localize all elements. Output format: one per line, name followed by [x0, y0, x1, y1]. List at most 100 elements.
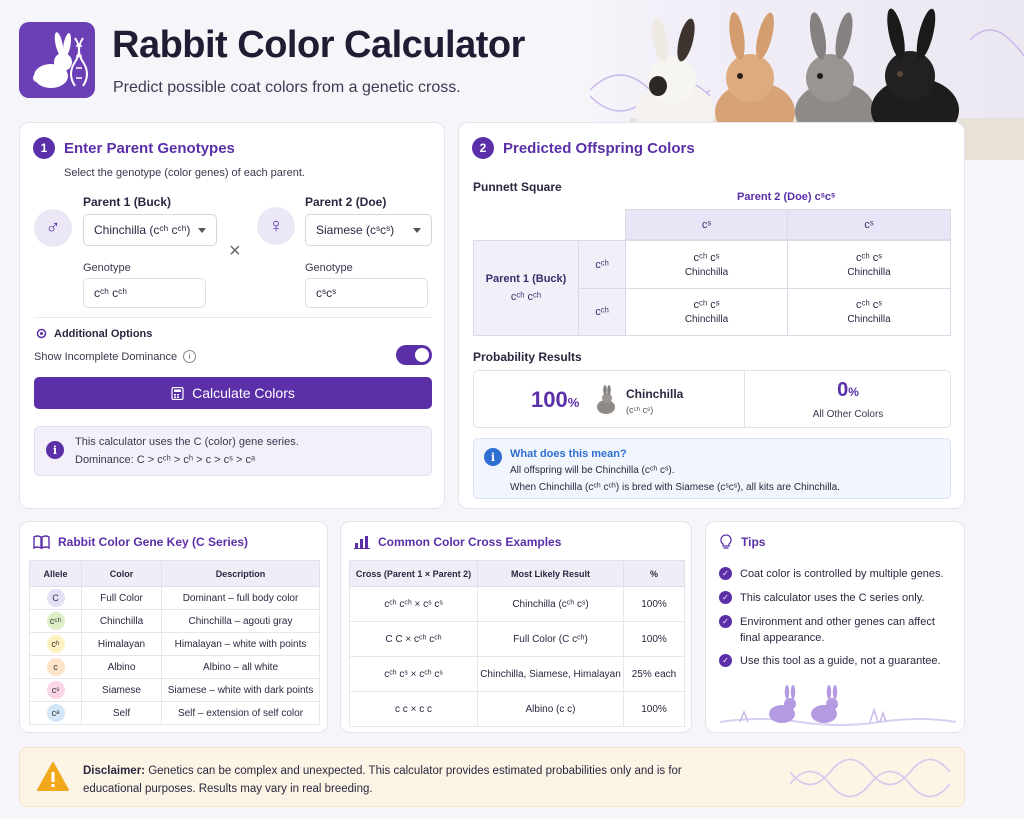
- cross-cell: cᶜʰ cˢ × cᶜʰ cˢ: [349, 656, 478, 692]
- percent-unit: %: [848, 385, 859, 399]
- examples-title: Common Color Cross Examples: [378, 535, 562, 549]
- parent2-select[interactable]: Siamese (cˢcˢ): [305, 214, 432, 246]
- gene-key-card: Rabbit Color Gene Key (C Series) Allele …: [19, 521, 328, 733]
- table-row: cʰ Himalayan Himalayan – white with points: [29, 632, 320, 656]
- bar-chart-icon: [354, 536, 370, 549]
- examples-header: Common Color Cross Examples: [354, 535, 561, 549]
- percent-cell: 100%: [623, 586, 685, 622]
- meaning-line-1: All offspring will be Chinchilla (cᶜʰ cˢ…: [510, 465, 675, 476]
- parent2-label: Parent 2 (Doe): [305, 195, 387, 209]
- chinchilla-rabbit-icon: [597, 385, 615, 414]
- page-subtitle: Predict possible coat colors from a gene…: [113, 79, 461, 96]
- punnett-row-allele: cᶜʰ: [578, 240, 626, 289]
- punnett-col-allele: cˢ: [787, 209, 951, 240]
- punnett-cell: cᶜʰ cˢ Chinchilla: [787, 288, 951, 336]
- parent-genotypes-card: 1 Enter Parent Genotypes Select the geno…: [19, 122, 445, 509]
- check-icon: ✓: [719, 615, 732, 628]
- calculate-colors-button[interactable]: Calculate Colors: [34, 377, 432, 409]
- table-row: C Full Color Dominant – full body color: [29, 586, 320, 610]
- allele-cell: cˢ: [29, 678, 82, 702]
- table-row: C C × cᶜʰ cᶜʰ Full Color (C cᶜʰ) 100%: [349, 621, 685, 657]
- other-percent-value: 0: [837, 379, 849, 401]
- tip-item: ✓ This calculator uses the C series only.: [719, 590, 955, 606]
- color-cell: Chinchilla: [81, 609, 162, 633]
- cross-symbol: ×: [229, 240, 241, 262]
- punnett-parent1-genotype: cᶜʰ cᶜʰ: [510, 291, 542, 303]
- meaning-title: What does this mean?: [510, 448, 627, 460]
- allele-cell: c: [29, 655, 82, 679]
- probability-results: 100% Chinchilla (cᶜʰ cˢ) 0% All Other Co…: [473, 370, 951, 428]
- disclaimer-bold: Disclaimer:: [83, 765, 146, 777]
- rabbit-dna-logo-icon: [19, 22, 95, 98]
- tip-item: ✓ Environment and other genes can affect …: [719, 614, 945, 646]
- punnett-cell-genotype: cᶜʰ cˢ: [856, 251, 882, 264]
- step2-header: 2 Predicted Offspring Colors: [472, 137, 695, 159]
- tip-text: Environment and other genes can affect f…: [740, 616, 935, 644]
- chevron-down-icon: [413, 228, 421, 233]
- allele-badge: cˢ: [46, 681, 65, 699]
- color-cell: Himalayan: [81, 632, 162, 656]
- description-cell: Albino – all white: [161, 655, 320, 679]
- percent-cell: 100%: [623, 621, 685, 657]
- tip-item: ✓ Coat color is controlled by multiple ge…: [719, 566, 955, 582]
- punnett-row-allele: cᶜʰ: [578, 288, 626, 336]
- column-header: Description: [161, 560, 320, 587]
- table-row: cˢ Siamese Siamese – white with dark point…: [29, 678, 320, 702]
- incomplete-dominance-label: Show Incomplete Dominance: [34, 350, 178, 363]
- additional-options-header: Additional Options: [35, 327, 152, 340]
- disclaimer-body: Genetics can be complex and unexpected. …: [83, 765, 682, 795]
- offspring-colors-card: 2 Predicted Offspring Colors Punnett Squ…: [458, 122, 965, 509]
- punnett-cell-phenotype: Chinchilla: [684, 314, 729, 325]
- punnett-parent1-label: Parent 1 (Buck): [485, 273, 567, 285]
- punnett-parent2-header: Parent 2 (Doe) cˢcˢ: [737, 191, 836, 203]
- result-cell: Full Color (C cᶜʰ): [477, 621, 624, 657]
- punnett-cell: cᶜʰ cˢ Chinchilla: [625, 240, 788, 289]
- column-header: Most Likely Result: [477, 560, 624, 587]
- parent1-select-value: Chinchilla (cᶜʰ cᶜʰ): [94, 223, 191, 237]
- probability-title: Probability Results: [473, 350, 582, 364]
- tip-text: Use this tool as a guide, not a guarante…: [740, 655, 941, 667]
- main-color-name: Chinchilla: [626, 387, 684, 401]
- percent-unit: %: [567, 395, 580, 410]
- table-row: cᶜʰ cˢ × cᶜʰ cˢ Chinchilla, Siamese, Hima…: [349, 656, 685, 692]
- warning-icon: [37, 762, 69, 791]
- parent2-genotype-field[interactable]: cˢcˢ: [305, 278, 428, 308]
- gene-key-title: Rabbit Color Gene Key (C Series): [58, 535, 249, 549]
- cross-examples-table: Cross (Parent 1 × Parent 2) Most Likely …: [349, 560, 685, 727]
- step1-header: 1 Enter Parent Genotypes: [33, 137, 235, 159]
- info-line-1: This calculator uses the C (color) gene …: [75, 436, 299, 448]
- table-row: cᵃ Self Self – extension of self color: [29, 701, 320, 725]
- percent-cell: 100%: [623, 691, 685, 727]
- punnett-cell: cᶜʰ cˢ Chinchilla: [787, 240, 951, 289]
- allele-cell: cᵃ: [29, 701, 82, 725]
- parent1-label: Parent 1 (Buck): [83, 195, 172, 209]
- punnett-cell-genotype: cᶜʰ cˢ: [693, 299, 720, 311]
- punnett-cell-phenotype: Chinchilla: [847, 266, 891, 278]
- punnett-parent1-header: Parent 1 (Buck) cᶜʰ cᶜʰ: [473, 240, 579, 336]
- punnett-cell: cᶜʰ cˢ Chinchilla: [625, 288, 788, 336]
- lightbulb-icon: [720, 534, 732, 549]
- cross-examples-card: Common Color Cross Examples Cross (Paren…: [340, 521, 692, 733]
- column-header: Cross (Parent 1 × Parent 2): [349, 560, 478, 587]
- tips-card: Tips ✓ Coat color is controlled by multip…: [705, 521, 965, 733]
- parent1-select[interactable]: Chinchilla (cᶜʰ cᶜʰ): [83, 214, 217, 246]
- parent1-genotype-field[interactable]: cᶜʰ cᶜʰ: [83, 278, 206, 308]
- color-cell: Albino: [81, 655, 162, 679]
- column-header: %: [623, 560, 685, 587]
- female-icon: ♀: [257, 207, 295, 245]
- check-icon: ✓: [719, 567, 732, 580]
- description-cell: Himalayan – white with points: [161, 632, 320, 656]
- gene-key-header: Rabbit Color Gene Key (C Series): [33, 535, 248, 549]
- info-icon[interactable]: i: [183, 350, 197, 363]
- gene-key-table: Allele Color Description C Full Color Domi…: [29, 560, 320, 725]
- punnett-cell-genotype: cᶜʰ cˢ: [856, 299, 882, 311]
- tip-text: This calculator uses the C series only.: [740, 592, 925, 604]
- step2-title: Predicted Offspring Colors: [503, 139, 695, 157]
- parent2-genotype-label: Genotype: [305, 262, 353, 274]
- allele-badge: C: [46, 589, 65, 607]
- result-cell: Chinchilla, Siamese, Himalayan: [477, 656, 624, 692]
- description-cell: Self – extension of self color: [161, 701, 320, 725]
- parent2-select-value: Siamese (cˢcˢ): [316, 223, 395, 237]
- allele-cell: cᶜʰ: [29, 609, 82, 633]
- incomplete-dominance-toggle[interactable]: [396, 345, 432, 365]
